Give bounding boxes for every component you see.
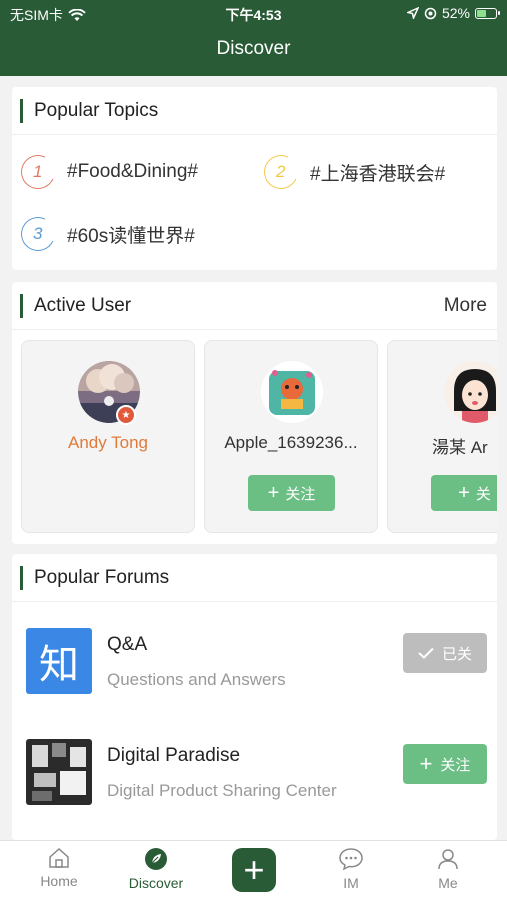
user-card[interactable]: Apple_1639236... + 关注 [204, 340, 378, 533]
section-accent-bar [20, 99, 23, 123]
zhihu-logo-icon: 知 [26, 628, 92, 694]
tab-bar: Home Discover + IM Me [0, 840, 507, 900]
check-icon [418, 647, 434, 659]
forum-cover-image [26, 739, 92, 805]
plus-icon: + [458, 482, 470, 504]
forum-name: Q&A [107, 634, 148, 655]
tab-im[interactable]: IM [311, 847, 391, 891]
user-card[interactable]: ★ Andy Tong [21, 340, 195, 533]
tab-me[interactable]: Me [408, 847, 488, 891]
topic-label: #60s读懂世界# [67, 225, 195, 247]
active-user-card: Active User More ★ Andy Tong Apple_16392… [12, 282, 497, 544]
battery-icon [475, 7, 500, 19]
status-bar: 无SIM卡 下午4:53 52% [0, 5, 507, 25]
section-title: Popular Topics [34, 100, 159, 121]
avatar[interactable] [261, 361, 323, 423]
follow-button[interactable]: + 关 [431, 475, 497, 511]
star-badge-icon: ★ [116, 405, 136, 425]
home-icon [49, 847, 69, 868]
user-name: Apple_1639236... [224, 433, 358, 452]
tab-discover[interactable]: Discover [116, 847, 196, 891]
tab-home[interactable]: Home [19, 847, 99, 889]
plus-icon: + [267, 482, 280, 504]
location-arrow-icon [406, 7, 419, 19]
person-icon [438, 849, 458, 870]
popular-topics-card: Popular Topics 1 #Food&Dining# 2 #上海香港联会… [12, 87, 497, 270]
forum-name: Digital Paradise [107, 745, 241, 766]
section-title: Popular Forums [34, 567, 170, 588]
user-name: Andy Tong [67, 433, 149, 452]
rank-badge: 3 [16, 212, 60, 256]
rank-badge: 2 [259, 150, 303, 194]
section-header: Popular Topics [12, 87, 497, 135]
popular-forums-card: Popular Forums 知 Q&A Questions and Answe… [12, 554, 497, 840]
plus-icon: + [419, 751, 433, 776]
more-link[interactable]: More [444, 295, 487, 317]
followed-button[interactable]: 已关 [403, 633, 487, 673]
page-title: Discover [216, 38, 291, 59]
create-post-button[interactable]: + [232, 848, 276, 892]
forum-description: Questions and Answers [107, 670, 286, 689]
section-header: Popular Forums [12, 554, 497, 602]
chat-bubble-icon [339, 848, 363, 871]
orientation-lock-icon [424, 7, 437, 19]
battery-percent: 52% [441, 5, 470, 21]
section-accent-bar [20, 566, 23, 590]
forum-description: Digital Product Sharing Center [107, 781, 337, 800]
user-name: 湯某 Ar [432, 438, 488, 457]
section-header: Active User More [12, 282, 497, 330]
section-accent-bar [20, 294, 23, 318]
topic-item[interactable]: 2 #上海香港联会# [259, 150, 446, 194]
topic-item[interactable]: 1 #Food&Dining# [16, 150, 198, 194]
compass-leaf-icon [145, 848, 167, 870]
user-card[interactable]: 湯某 Ar + 关 [387, 340, 497, 533]
topic-item[interactable]: 3 #60s读懂世界# [16, 212, 195, 256]
section-title: Active User [34, 295, 132, 316]
rank-badge: 1 [16, 150, 60, 194]
avatar[interactable] [444, 361, 497, 423]
follow-button[interactable]: + 关注 [403, 744, 487, 784]
plus-icon: + [243, 849, 265, 890]
topic-label: #Food&Dining# [67, 161, 198, 182]
follow-button[interactable]: + 关注 [248, 475, 335, 511]
app-header: 无SIM卡 下午4:53 52% Discover [0, 0, 507, 76]
topic-label: #上海香港联会# [310, 163, 446, 185]
